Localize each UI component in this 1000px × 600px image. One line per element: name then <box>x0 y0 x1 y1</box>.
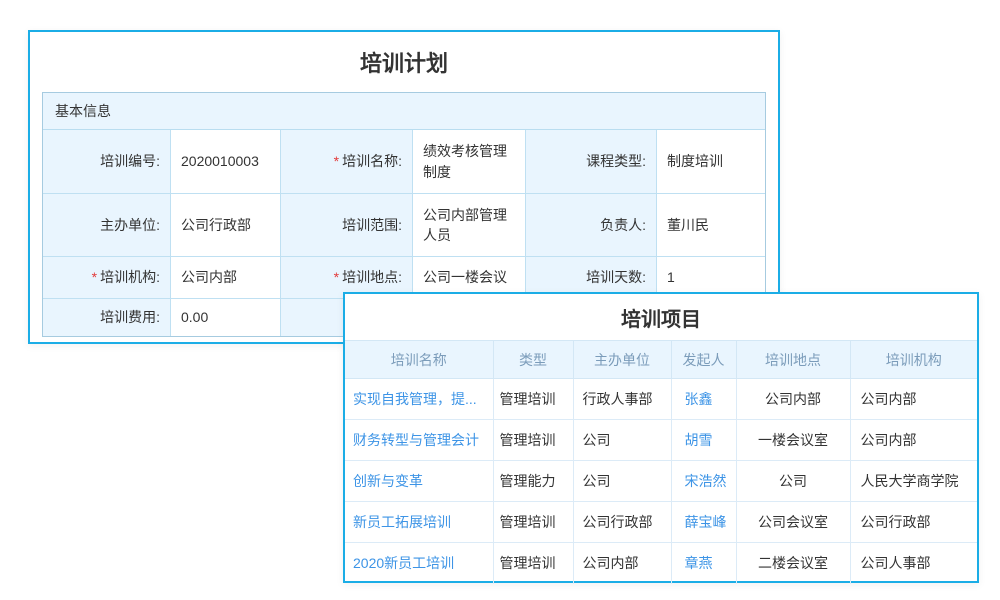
cell-training-name: 创新与变革 <box>345 461 493 502</box>
cell-initiator: 章燕 <box>671 543 736 584</box>
initiator-link[interactable]: 宋浩然 <box>685 473 727 489</box>
field-value-training-scope: 公司内部管理人员 <box>413 194 526 256</box>
cell-training-name: 财务转型与管理会计 <box>345 420 493 461</box>
col-header-type: 类型 <box>493 341 573 379</box>
cell-training-name: 新员工拓展培训 <box>345 502 493 543</box>
basic-info-section-header: 基本信息 <box>43 93 765 130</box>
training-name-link[interactable]: 财务转型与管理会计 <box>353 432 479 448</box>
field-label-training-cost: 培训费用: <box>43 299 171 336</box>
col-header-institution: 培训机构 <box>850 341 977 379</box>
cell-type: 管理培训 <box>493 502 573 543</box>
col-header-training-name: 培训名称 <box>345 341 493 379</box>
col-header-organizer: 主办单位 <box>573 341 671 379</box>
cell-place: 公司会议室 <box>736 502 850 543</box>
field-label-course-type: 课程类型: <box>526 130 657 193</box>
col-header-initiator: 发起人 <box>671 341 736 379</box>
cell-place: 一楼会议室 <box>736 420 850 461</box>
field-value-training-name: 绩效考核管理制度 <box>413 130 526 193</box>
cell-type: 管理培训 <box>493 420 573 461</box>
required-mark: * <box>334 151 339 171</box>
cell-initiator: 薛宝峰 <box>671 502 736 543</box>
table-row: 实现自我管理，提... 管理培训 行政人事部 张鑫 公司内部 公司内部 <box>345 379 977 420</box>
training-name-link[interactable]: 新员工拓展培训 <box>353 514 451 530</box>
initiator-link[interactable]: 胡雪 <box>685 432 713 448</box>
field-label-training-scope: 培训范围: <box>281 194 413 256</box>
table-header-row: 培训名称 类型 主办单位 发起人 培训地点 培训机构 <box>345 341 977 379</box>
form-row: 主办单位: 公司行政部 培训范围: 公司内部管理人员 负责人: 董川民 <box>43 194 765 257</box>
field-value-person-in-charge: 董川民 <box>657 194 765 256</box>
training-projects-table: 培训名称 类型 主办单位 发起人 培训地点 培训机构 实现自我管理，提... 管… <box>345 340 977 584</box>
training-name-link[interactable]: 创新与变革 <box>353 473 423 489</box>
cell-organizer: 公司 <box>573 461 671 502</box>
field-label-organizer: 主办单位: <box>43 194 171 256</box>
field-value-training-no: 2020010003 <box>171 130 281 193</box>
training-plan-title: 培训计划 <box>30 32 778 92</box>
field-value-training-org: 公司内部 <box>171 257 281 298</box>
cell-organizer: 行政人事部 <box>573 379 671 420</box>
cell-institution: 公司行政部 <box>850 502 977 543</box>
required-mark: * <box>92 267 97 287</box>
field-value-training-cost: 0.00 <box>171 299 281 336</box>
initiator-link[interactable]: 张鑫 <box>685 391 713 407</box>
training-projects-panel: 培训项目 培训名称 类型 主办单位 发起人 培训地点 培训机构 实现自我管理，提… <box>343 292 979 583</box>
cell-institution: 公司内部 <box>850 420 977 461</box>
training-name-link[interactable]: 实现自我管理，提... <box>353 391 477 407</box>
cell-initiator: 张鑫 <box>671 379 736 420</box>
cell-institution: 公司内部 <box>850 379 977 420</box>
cell-organizer: 公司内部 <box>573 543 671 584</box>
initiator-link[interactable]: 章燕 <box>685 555 713 571</box>
training-name-link[interactable]: 2020新员工培训 <box>353 555 454 571</box>
cell-place: 公司 <box>736 461 850 502</box>
field-label-training-name: *培训名称: <box>281 130 413 193</box>
cell-place: 公司内部 <box>736 379 850 420</box>
cell-type: 管理培训 <box>493 543 573 584</box>
table-row: 财务转型与管理会计 管理培训 公司 胡雪 一楼会议室 公司内部 <box>345 420 977 461</box>
training-projects-title: 培训项目 <box>345 294 977 340</box>
col-header-place: 培训地点 <box>736 341 850 379</box>
cell-initiator: 胡雪 <box>671 420 736 461</box>
cell-place: 二楼会议室 <box>736 543 850 584</box>
required-mark: * <box>334 267 339 287</box>
cell-type: 管理能力 <box>493 461 573 502</box>
table-row: 2020新员工培训 管理培训 公司内部 章燕 二楼会议室 公司人事部 <box>345 543 977 584</box>
cell-type: 管理培训 <box>493 379 573 420</box>
cell-initiator: 宋浩然 <box>671 461 736 502</box>
cell-organizer: 公司行政部 <box>573 502 671 543</box>
table-row: 新员工拓展培训 管理培训 公司行政部 薛宝峰 公司会议室 公司行政部 <box>345 502 977 543</box>
cell-training-name: 2020新员工培训 <box>345 543 493 584</box>
cell-institution: 人民大学商学院 <box>850 461 977 502</box>
cell-institution: 公司人事部 <box>850 543 977 584</box>
cell-organizer: 公司 <box>573 420 671 461</box>
field-label-training-org: *培训机构: <box>43 257 171 298</box>
field-value-course-type: 制度培训 <box>657 130 765 193</box>
cell-training-name: 实现自我管理，提... <box>345 379 493 420</box>
table-row: 创新与变革 管理能力 公司 宋浩然 公司 人民大学商学院 <box>345 461 977 502</box>
field-label-person-in-charge: 负责人: <box>526 194 657 256</box>
form-row: 培训编号: 2020010003 *培训名称: 绩效考核管理制度 课程类型: 制… <box>43 130 765 194</box>
field-value-organizer: 公司行政部 <box>171 194 281 256</box>
initiator-link[interactable]: 薛宝峰 <box>685 514 727 530</box>
field-label-training-no: 培训编号: <box>43 130 171 193</box>
